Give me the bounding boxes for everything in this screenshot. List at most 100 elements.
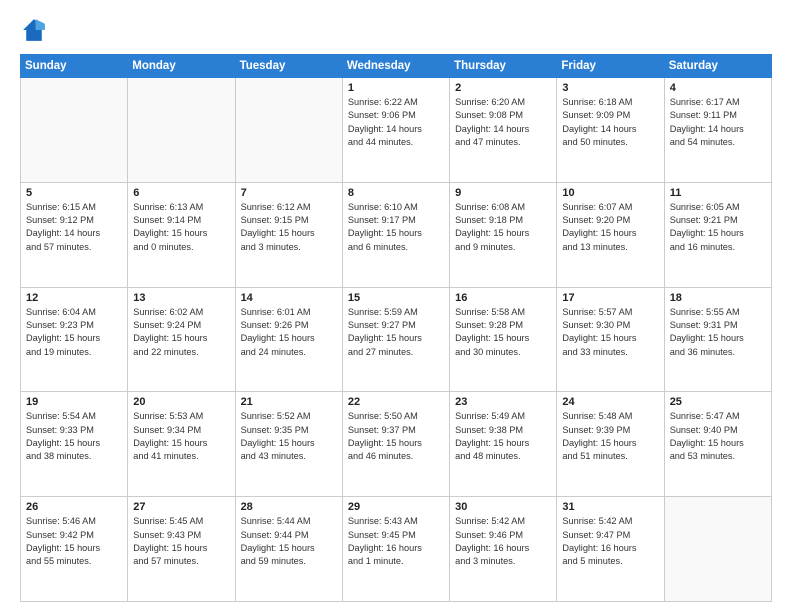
day-cell: 15 Sunrise: 5:59 AM Sunset: 9:27 PM Dayli… [342,287,449,392]
day-number: 27 [133,501,229,513]
day-info: Sunrise: 6:05 AM Sunset: 9:21 PM Dayligh… [670,201,766,254]
day-number: 31 [562,501,658,513]
day-cell: 23 Sunrise: 5:49 AM Sunset: 9:38 PM Dayli… [450,392,557,497]
day-info: Sunrise: 6:07 AM Sunset: 9:20 PM Dayligh… [562,201,658,254]
day-number: 2 [455,82,551,94]
day-info: Sunrise: 6:08 AM Sunset: 9:18 PM Dayligh… [455,201,551,254]
day-cell: 9 Sunrise: 6:08 AM Sunset: 9:18 PM Daylig… [450,182,557,287]
day-cell: 4 Sunrise: 6:17 AM Sunset: 9:11 PM Daylig… [664,78,771,183]
day-info: Sunrise: 5:50 AM Sunset: 9:37 PM Dayligh… [348,410,444,463]
day-cell: 30 Sunrise: 5:42 AM Sunset: 9:46 PM Dayli… [450,497,557,602]
weekday-wednesday: Wednesday [342,55,449,78]
day-info: Sunrise: 5:54 AM Sunset: 9:33 PM Dayligh… [26,410,122,463]
day-cell: 24Sunrise: 5:48 AM Sunset: 9:39 PM Dayli… [557,392,664,497]
day-number: 26 [26,501,122,513]
day-info: Sunrise: 6:15 AM Sunset: 9:12 PM Dayligh… [26,201,122,254]
header [20,16,772,44]
day-info: Sunrise: 6:02 AM Sunset: 9:24 PM Dayligh… [133,306,229,359]
calendar: SundayMondayTuesdayWednesdayThursdayFrid… [20,54,772,602]
day-number: 30 [455,501,551,513]
day-number: 18 [670,292,766,304]
day-info: Sunrise: 5:53 AM Sunset: 9:34 PM Dayligh… [133,410,229,463]
day-cell: 11 Sunrise: 6:05 AM Sunset: 9:21 PM Dayli… [664,182,771,287]
day-number: 4 [670,82,766,94]
day-number: 6 [133,187,229,199]
day-info: Sunrise: 5:57 AM Sunset: 9:30 PM Dayligh… [562,306,658,359]
day-number: 20 [133,396,229,408]
page: SundayMondayTuesdayWednesdayThursdayFrid… [0,0,792,612]
day-info: Sunrise: 5:43 AM Sunset: 9:45 PM Dayligh… [348,515,444,568]
day-number: 17 [562,292,658,304]
weekday-header-row: SundayMondayTuesdayWednesdayThursdayFrid… [21,55,772,78]
weekday-friday: Friday [557,55,664,78]
day-number: 25 [670,396,766,408]
day-cell: 1Sunrise: 6:22 AM Sunset: 9:06 PM Daylig… [342,78,449,183]
day-number: 3 [562,82,658,94]
weekday-tuesday: Tuesday [235,55,342,78]
day-cell: 16 Sunrise: 5:58 AM Sunset: 9:28 PM Dayli… [450,287,557,392]
day-info: Sunrise: 5:47 AM Sunset: 9:40 PM Dayligh… [670,410,766,463]
day-cell: 21Sunrise: 5:52 AM Sunset: 9:35 PM Dayli… [235,392,342,497]
day-cell: 25 Sunrise: 5:47 AM Sunset: 9:40 PM Dayli… [664,392,771,497]
day-number: 28 [241,501,337,513]
day-info: Sunrise: 6:17 AM Sunset: 9:11 PM Dayligh… [670,96,766,149]
day-number: 12 [26,292,122,304]
week-row-0: 1Sunrise: 6:22 AM Sunset: 9:06 PM Daylig… [21,78,772,183]
day-cell: 19 Sunrise: 5:54 AM Sunset: 9:33 PM Dayli… [21,392,128,497]
day-cell: 6 Sunrise: 6:13 AM Sunset: 9:14 PM Daylig… [128,182,235,287]
day-cell: 29 Sunrise: 5:43 AM Sunset: 9:45 PM Dayli… [342,497,449,602]
weekday-sunday: Sunday [21,55,128,78]
logo [20,16,52,44]
day-cell: 22Sunrise: 5:50 AM Sunset: 9:37 PM Dayli… [342,392,449,497]
day-number: 14 [241,292,337,304]
day-cell: 8Sunrise: 6:10 AM Sunset: 9:17 PM Daylig… [342,182,449,287]
day-number: 15 [348,292,444,304]
day-info: Sunrise: 5:42 AM Sunset: 9:47 PM Dayligh… [562,515,658,568]
day-cell: 2 Sunrise: 6:20 AM Sunset: 9:08 PM Daylig… [450,78,557,183]
day-number: 1 [348,82,444,94]
week-row-4: 26 Sunrise: 5:46 AM Sunset: 9:42 PM Dayli… [21,497,772,602]
day-number: 11 [670,187,766,199]
day-cell: 14 Sunrise: 6:01 AM Sunset: 9:26 PM Dayli… [235,287,342,392]
day-info: Sunrise: 5:46 AM Sunset: 9:42 PM Dayligh… [26,515,122,568]
day-number: 19 [26,396,122,408]
weekday-saturday: Saturday [664,55,771,78]
day-cell [21,78,128,183]
day-cell: 28 Sunrise: 5:44 AM Sunset: 9:44 PM Dayli… [235,497,342,602]
day-info: Sunrise: 5:55 AM Sunset: 9:31 PM Dayligh… [670,306,766,359]
day-number: 9 [455,187,551,199]
day-info: Sunrise: 5:58 AM Sunset: 9:28 PM Dayligh… [455,306,551,359]
day-number: 29 [348,501,444,513]
day-info: Sunrise: 5:49 AM Sunset: 9:38 PM Dayligh… [455,410,551,463]
day-number: 13 [133,292,229,304]
day-number: 24 [562,396,658,408]
day-info: Sunrise: 6:20 AM Sunset: 9:08 PM Dayligh… [455,96,551,149]
day-info: Sunrise: 5:59 AM Sunset: 9:27 PM Dayligh… [348,306,444,359]
day-cell: 5 Sunrise: 6:15 AM Sunset: 9:12 PM Daylig… [21,182,128,287]
day-cell: 18 Sunrise: 5:55 AM Sunset: 9:31 PM Dayli… [664,287,771,392]
day-cell [664,497,771,602]
day-number: 7 [241,187,337,199]
weekday-monday: Monday [128,55,235,78]
day-number: 23 [455,396,551,408]
week-row-2: 12 Sunrise: 6:04 AM Sunset: 9:23 PM Dayli… [21,287,772,392]
logo-icon [20,16,48,44]
day-info: Sunrise: 6:12 AM Sunset: 9:15 PM Dayligh… [241,201,337,254]
day-cell: 20 Sunrise: 5:53 AM Sunset: 9:34 PM Dayli… [128,392,235,497]
day-cell: 17 Sunrise: 5:57 AM Sunset: 9:30 PM Dayli… [557,287,664,392]
day-cell: 26 Sunrise: 5:46 AM Sunset: 9:42 PM Dayli… [21,497,128,602]
weekday-thursday: Thursday [450,55,557,78]
day-number: 5 [26,187,122,199]
day-number: 16 [455,292,551,304]
day-info: Sunrise: 6:01 AM Sunset: 9:26 PM Dayligh… [241,306,337,359]
week-row-3: 19 Sunrise: 5:54 AM Sunset: 9:33 PM Dayli… [21,392,772,497]
day-info: Sunrise: 6:13 AM Sunset: 9:14 PM Dayligh… [133,201,229,254]
day-cell: 27 Sunrise: 5:45 AM Sunset: 9:43 PM Dayli… [128,497,235,602]
day-cell: 12 Sunrise: 6:04 AM Sunset: 9:23 PM Dayli… [21,287,128,392]
day-info: Sunrise: 5:45 AM Sunset: 9:43 PM Dayligh… [133,515,229,568]
day-info: Sunrise: 5:44 AM Sunset: 9:44 PM Dayligh… [241,515,337,568]
day-info: Sunrise: 6:04 AM Sunset: 9:23 PM Dayligh… [26,306,122,359]
week-row-1: 5 Sunrise: 6:15 AM Sunset: 9:12 PM Daylig… [21,182,772,287]
day-info: Sunrise: 5:42 AM Sunset: 9:46 PM Dayligh… [455,515,551,568]
day-info: Sunrise: 5:52 AM Sunset: 9:35 PM Dayligh… [241,410,337,463]
